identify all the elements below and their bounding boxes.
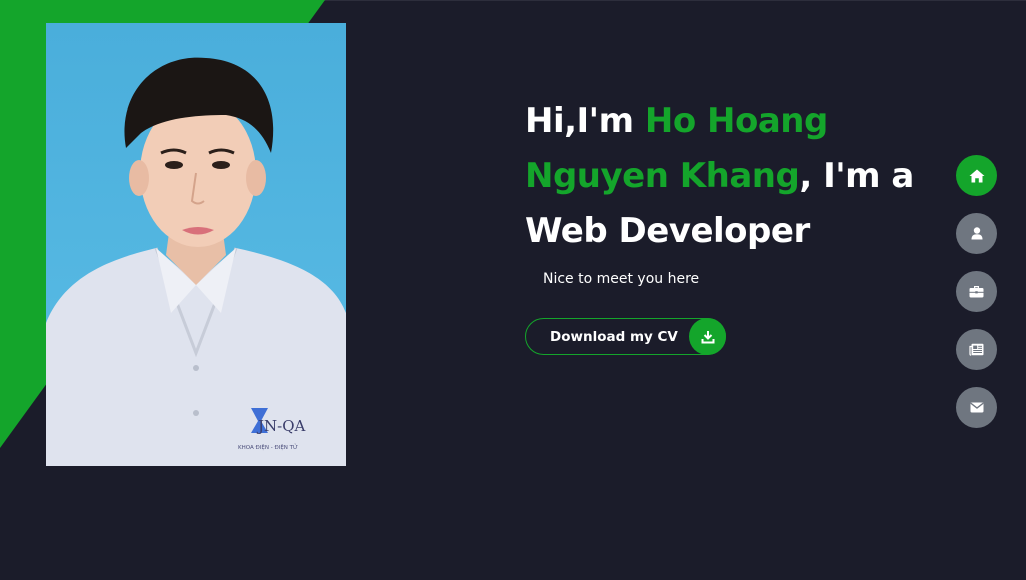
hero-tagline: Nice to meet you here [543,271,700,287]
user-icon [971,227,982,240]
hero-role: Web Developer [525,211,810,251]
nav-blog-button[interactable] [956,329,997,370]
home-icon [969,169,984,182]
download-icon [689,318,726,355]
hero-greeting: Hi,I'm [525,101,645,141]
profile-photo: JN-QA KHOA ĐIỆN - ĐIỆN TỬ [46,23,346,466]
nav-about-button[interactable] [956,213,997,254]
page: JN-QA KHOA ĐIỆN - ĐIỆN TỬ Hi,I'm Ho Hoan… [0,0,1026,580]
svg-text:KHOA ĐIỆN - ĐIỆN TỬ: KHOA ĐIỆN - ĐIỆN TỬ [238,443,298,451]
newspaper-icon [969,343,984,356]
side-navigation [956,155,998,445]
hero-name-second: Nguyen Khang [525,156,800,196]
nav-contact-button[interactable] [956,387,997,428]
nav-home-button[interactable] [956,155,997,196]
hero-name-first: Ho Hoang [644,101,828,141]
svg-text:JN-QA: JN-QA [256,417,306,435]
hero-role-prefix: , I'm a [799,156,914,196]
download-cv-label: Download my CV [550,328,678,345]
briefcase-icon [969,286,984,298]
hero-section: Hi,I'm Ho Hoang Nguyen Khang, I'm a Web De… [525,94,945,355]
envelope-icon [969,402,984,413]
download-cv-button[interactable]: Download my CV [525,318,726,355]
nav-portfolio-button[interactable] [956,271,997,312]
hero-heading: Hi,I'm Ho Hoang Nguyen Khang, I'm a Web De… [525,94,945,259]
